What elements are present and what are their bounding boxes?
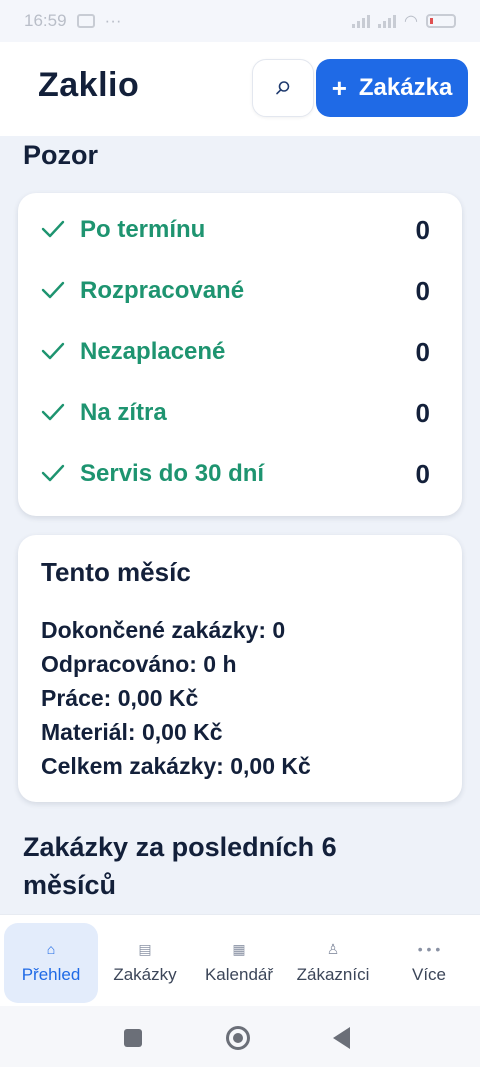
nav-item-customers[interactable]: ♙ Zákazníci	[286, 923, 380, 1003]
month-summary-card: Tento měsíc Dokončené zakázky: 0 Odpraco…	[18, 535, 462, 802]
check-icon	[41, 281, 65, 299]
alert-row-in-progress[interactable]: Rozpracované 0	[18, 271, 462, 311]
nav-label: Zákazníci	[296, 965, 370, 984]
check-icon	[41, 464, 65, 482]
home-icon: ⌂	[46, 941, 56, 957]
signal-icon	[352, 14, 371, 28]
status-time: 16:59	[24, 11, 67, 30]
alert-count: 0	[415, 397, 430, 428]
alert-count: 0	[415, 214, 430, 245]
check-icon	[41, 403, 65, 421]
stat-material: Materiál: 0,00 Kč	[41, 719, 223, 745]
status-bar: 16:59 ··· ◠	[0, 0, 480, 42]
wifi-icon: ◠	[404, 13, 418, 30]
stat-orders-total: Celkem zakázky: 0,00 Kč	[41, 753, 311, 779]
alert-count: 0	[415, 458, 430, 489]
month-summary-title: Tento měsíc	[41, 557, 191, 587]
more-notifications-icon: ···	[104, 11, 122, 30]
alert-label: Po termínu	[80, 216, 206, 243]
nav-label: Přehled	[21, 965, 81, 984]
person-icon: ♙	[326, 941, 340, 957]
alert-label: Nezaplacené	[80, 338, 226, 365]
add-order-button[interactable]: + Zakázka	[316, 59, 468, 117]
alert-count: 0	[415, 336, 430, 367]
alert-label: Rozpracované	[80, 277, 245, 304]
stat-labor: Práce: 0,00 Kč	[41, 685, 199, 711]
alerts-card: Po termínu 0 Rozpracované 0 Nezaplacené …	[18, 193, 462, 516]
search-icon	[276, 81, 290, 95]
nav-label: Kalendář	[204, 965, 274, 984]
more-icon: • • •	[417, 941, 441, 957]
alerts-title: Pozor	[23, 140, 99, 170]
bottom-navigation: ⌂ Přehled ▤ Zakázky ▦ Kalendář ♙ Zákazní…	[0, 914, 480, 1006]
nav-item-overview[interactable]: ⌂ Přehled	[4, 923, 98, 1003]
alert-row-unpaid[interactable]: Nezaplacené 0	[18, 332, 462, 372]
alert-label: Na zítra	[80, 399, 167, 426]
list-icon: ▤	[138, 941, 152, 957]
recent-apps-icon[interactable]	[124, 1029, 142, 1047]
battery-icon	[426, 14, 456, 28]
check-icon	[41, 342, 65, 360]
nav-label: Více	[411, 965, 447, 984]
system-navigation-bar	[0, 1006, 480, 1067]
app-header: Zaklio + Zakázka	[0, 42, 480, 136]
alert-label: Servis do 30 dní	[80, 460, 265, 487]
nav-item-orders[interactable]: ▤ Zakázky	[98, 923, 192, 1003]
stat-hours-worked: Odpracováno: 0 h	[41, 651, 237, 677]
nav-item-calendar[interactable]: ▦ Kalendář	[192, 923, 286, 1003]
chart-section-title: Zakázky za posledních 6 měsíců	[23, 832, 337, 900]
alert-row-service-30-days[interactable]: Servis do 30 dní 0	[18, 454, 462, 494]
nav-label: Zakázky	[113, 965, 177, 984]
search-button[interactable]	[252, 59, 314, 117]
alert-count: 0	[415, 275, 430, 306]
alert-row-tomorrow[interactable]: Na zítra 0	[18, 393, 462, 433]
app-title: Zaklio	[38, 66, 140, 104]
signal-2-icon	[378, 14, 397, 28]
nav-item-more[interactable]: • • • Více	[382, 923, 476, 1003]
back-icon[interactable]	[333, 1027, 350, 1049]
alert-row-overdue[interactable]: Po termínu 0	[18, 210, 462, 250]
notification-icon	[76, 14, 95, 28]
plus-icon: +	[331, 72, 347, 103]
add-order-label: Zakázka	[358, 74, 453, 101]
stat-completed-orders: Dokončené zakázky: 0	[41, 617, 286, 643]
calendar-icon: ▦	[232, 941, 246, 957]
home-button-icon[interactable]	[226, 1026, 250, 1050]
check-icon	[41, 220, 65, 238]
